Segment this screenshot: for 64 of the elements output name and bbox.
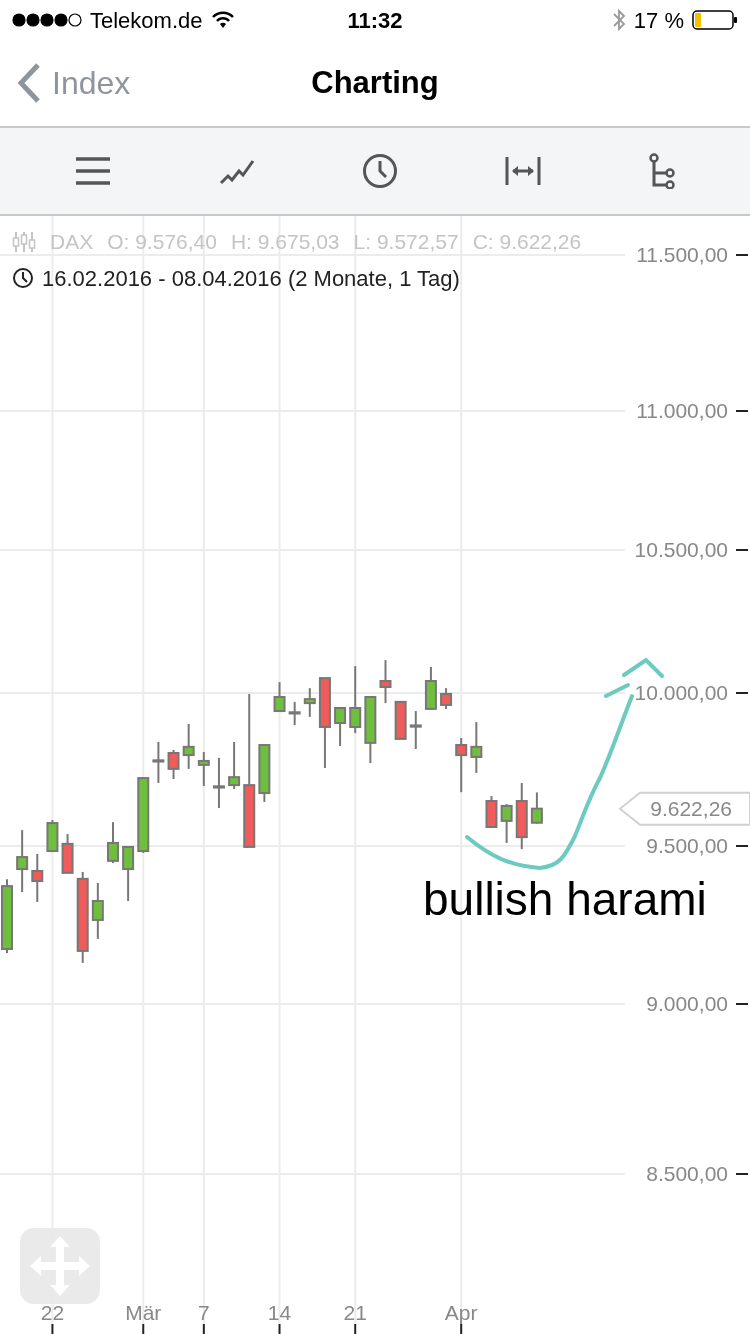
candlestick xyxy=(258,743,271,803)
candlestick xyxy=(228,740,241,791)
candlestick xyxy=(364,696,377,765)
candlestick xyxy=(515,781,528,851)
page-title: Charting xyxy=(311,63,439,102)
ohlc-value: L: 9.572,57 xyxy=(353,229,459,255)
candlestick xyxy=(379,659,392,705)
candlestick xyxy=(16,829,29,894)
candlestick xyxy=(485,795,498,829)
candlestick xyxy=(470,721,483,774)
candlestick xyxy=(334,707,347,747)
candlestick xyxy=(167,748,180,780)
axis-label: 11.000,00 xyxy=(636,399,728,422)
axis-label: 11.500,00 xyxy=(636,243,728,266)
axis-label: Apr xyxy=(444,1301,478,1324)
carrier-name: Telekom.de xyxy=(90,6,203,35)
candlestick xyxy=(500,803,513,844)
candlestick xyxy=(31,852,44,903)
candlestick xyxy=(424,665,437,710)
candlestick xyxy=(273,681,286,713)
axis-label: 9.000,00 xyxy=(646,992,728,1015)
candlestick xyxy=(91,881,104,940)
axis-label: 7 xyxy=(198,1301,210,1324)
candlestick xyxy=(288,700,301,727)
instrument-name: DAX xyxy=(50,229,94,255)
clock-time: 11:32 xyxy=(347,6,403,35)
axis-label: 9.500,00 xyxy=(646,834,728,857)
ohlc-value: C: 9.622,26 xyxy=(472,229,582,255)
candlestick xyxy=(122,845,135,902)
back-button[interactable]: Index xyxy=(0,59,131,107)
current-price-label: 9.622,26 xyxy=(650,796,732,820)
candlestick xyxy=(303,687,316,718)
candlestick xyxy=(46,819,59,853)
clock-icon xyxy=(12,267,34,289)
candlestick xyxy=(455,737,468,794)
candlestick xyxy=(394,699,407,740)
annotation-text: bullish harami xyxy=(423,873,707,925)
axis-label: 10.500,00 xyxy=(634,538,728,561)
candlestick xyxy=(530,791,543,825)
wifi-icon xyxy=(210,11,235,29)
ohlc-value: H: 9.675,03 xyxy=(230,229,340,255)
axis-label: 22 xyxy=(40,1301,65,1324)
candlestick xyxy=(197,751,210,787)
battery-icon xyxy=(692,10,738,30)
candlestick-icon xyxy=(12,230,36,253)
chevron-left-icon xyxy=(16,62,42,104)
date-range: 16.02.2016 - 08.04.2016 (2 Monate, 1 Tag) xyxy=(42,264,460,293)
signal-icon xyxy=(12,13,82,27)
axis-label: 21 xyxy=(343,1301,367,1324)
axis-label: 10.000,00 xyxy=(634,681,728,704)
candlestick xyxy=(61,833,74,874)
axis-label: Mär xyxy=(125,1301,162,1324)
candlestick xyxy=(107,821,119,865)
candlestick xyxy=(212,756,225,810)
battery-percent: 17 % xyxy=(633,6,684,35)
candlestick xyxy=(182,722,195,770)
candlestick xyxy=(349,665,362,735)
axis-label: 8.500,00 xyxy=(646,1162,728,1185)
candlestick xyxy=(409,710,422,750)
axis-label: 14 xyxy=(267,1301,292,1324)
candlestick xyxy=(152,740,165,784)
candlestick xyxy=(440,687,453,710)
ohlc-value: O: 9.576,40 xyxy=(107,229,217,255)
bluetooth-icon xyxy=(611,8,626,32)
